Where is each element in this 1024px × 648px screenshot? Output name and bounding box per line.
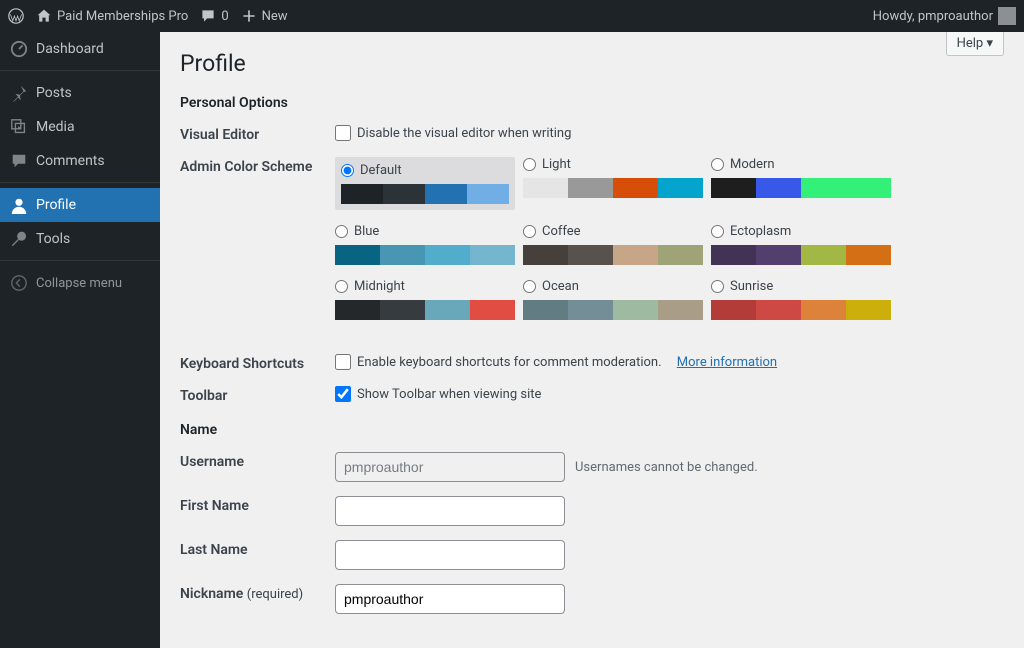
howdy-text: Howdy, pmproauthor	[873, 9, 993, 24]
site-link[interactable]: Paid Memberships Pro	[36, 8, 188, 24]
color-option-sunrise[interactable]: Sunrise	[711, 279, 891, 320]
dashboard-icon	[10, 40, 28, 58]
color-swatches	[711, 300, 891, 320]
color-option-blue[interactable]: Blue	[335, 224, 515, 265]
color-radio-sunrise[interactable]	[711, 280, 724, 293]
color-label: Midnight	[354, 279, 405, 294]
first-name-input[interactable]	[335, 496, 565, 526]
plus-icon	[241, 8, 257, 24]
nickname-input[interactable]	[335, 584, 565, 614]
user-icon	[10, 196, 28, 214]
color-radio-coffee[interactable]	[523, 225, 536, 238]
color-swatches	[523, 300, 703, 320]
color-option-modern[interactable]: Modern	[711, 157, 891, 210]
color-scheme-grid: Default Light Modern Blue Coffee Ectoplasm Mid…	[335, 157, 1004, 334]
color-swatches	[711, 178, 891, 198]
last-name-label: Last Name	[180, 540, 335, 558]
toolbar-label: Toolbar	[180, 386, 335, 404]
home-icon	[36, 8, 52, 24]
color-radio-modern[interactable]	[711, 158, 724, 171]
first-name-label: First Name	[180, 496, 335, 514]
color-label: Ocean	[542, 279, 579, 294]
page-title: Profile	[180, 50, 1004, 77]
username-note: Usernames cannot be changed.	[575, 460, 758, 475]
color-swatches	[335, 245, 515, 265]
new-label: New	[262, 9, 288, 24]
collapse-menu[interactable]: Collapse menu	[0, 266, 160, 300]
color-label: Ectoplasm	[730, 224, 791, 239]
color-option-ectoplasm[interactable]: Ectoplasm	[711, 224, 891, 265]
comment-icon	[10, 152, 28, 170]
username-input	[335, 452, 565, 482]
tools-icon	[10, 230, 28, 248]
color-swatches	[335, 300, 515, 320]
sidebar-item-dashboard[interactable]: Dashboard	[0, 32, 160, 66]
collapse-icon	[10, 274, 28, 292]
visual-editor-label: Visual Editor	[180, 125, 335, 143]
color-label: Light	[542, 157, 571, 172]
color-label: Sunrise	[730, 279, 773, 294]
chevron-down-icon: ▾	[986, 36, 993, 51]
sidebar-item-comments[interactable]: Comments	[0, 144, 160, 178]
avatar	[998, 7, 1016, 25]
sidebar-item-posts[interactable]: Posts	[0, 76, 160, 110]
color-radio-blue[interactable]	[335, 225, 348, 238]
username-label: Username	[180, 452, 335, 470]
color-label: Blue	[354, 224, 379, 239]
comments-link[interactable]: 0	[200, 8, 228, 24]
sidebar-item-tools[interactable]: Tools	[0, 222, 160, 256]
keyboard-checkbox-label: Enable keyboard shortcuts for comment mo…	[357, 355, 662, 370]
sidebar-item-media[interactable]: Media	[0, 110, 160, 144]
color-swatches	[711, 245, 891, 265]
comments-count: 0	[221, 9, 228, 24]
toolbar-checkbox-label: Show Toolbar when viewing site	[357, 387, 541, 402]
color-scheme-label: Admin Color Scheme	[180, 157, 335, 175]
section-name: Name	[180, 422, 1004, 438]
color-radio-default[interactable]	[341, 164, 354, 177]
help-tab[interactable]: Help ▾	[946, 32, 1004, 56]
color-label: Coffee	[542, 224, 581, 239]
color-radio-midnight[interactable]	[335, 280, 348, 293]
color-label: Modern	[730, 157, 775, 172]
color-option-midnight[interactable]: Midnight	[335, 279, 515, 320]
admin-toolbar: Paid Memberships Pro 0 New Howdy, pmproa…	[0, 0, 1024, 32]
visual-editor-checkbox-label: Disable the visual editor when writing	[357, 126, 571, 141]
visual-editor-checkbox[interactable]	[335, 125, 351, 141]
media-icon	[10, 118, 28, 136]
color-swatches	[523, 245, 703, 265]
color-option-ocean[interactable]: Ocean	[523, 279, 703, 320]
nickname-label: Nickname (required)	[180, 584, 335, 602]
color-radio-ectoplasm[interactable]	[711, 225, 724, 238]
color-swatches	[341, 184, 509, 204]
color-option-coffee[interactable]: Coffee	[523, 224, 703, 265]
keyboard-more-info-link[interactable]: More information	[677, 355, 777, 370]
color-option-default[interactable]: Default	[335, 157, 515, 210]
new-content-link[interactable]: New	[241, 8, 288, 24]
section-personal-options: Personal Options	[180, 95, 1004, 111]
site-title: Paid Memberships Pro	[57, 9, 188, 24]
wp-logo[interactable]	[8, 8, 24, 24]
keyboard-label: Keyboard Shortcuts	[180, 354, 335, 372]
keyboard-checkbox[interactable]	[335, 354, 351, 370]
comment-icon	[200, 8, 216, 24]
admin-sidebar: Dashboard Posts Media Comments Profile T…	[0, 32, 160, 648]
color-radio-light[interactable]	[523, 158, 536, 171]
toolbar-checkbox[interactable]	[335, 386, 351, 402]
pin-icon	[10, 84, 28, 102]
last-name-input[interactable]	[335, 540, 565, 570]
sidebar-item-profile[interactable]: Profile	[0, 188, 160, 222]
wordpress-icon	[8, 8, 24, 24]
my-account[interactable]: Howdy, pmproauthor	[873, 7, 1016, 25]
color-option-light[interactable]: Light	[523, 157, 703, 210]
color-radio-ocean[interactable]	[523, 280, 536, 293]
color-swatches	[523, 178, 703, 198]
color-label: Default	[360, 163, 402, 178]
main-content: Help ▾ Profile Personal Options Visual E…	[160, 32, 1024, 648]
